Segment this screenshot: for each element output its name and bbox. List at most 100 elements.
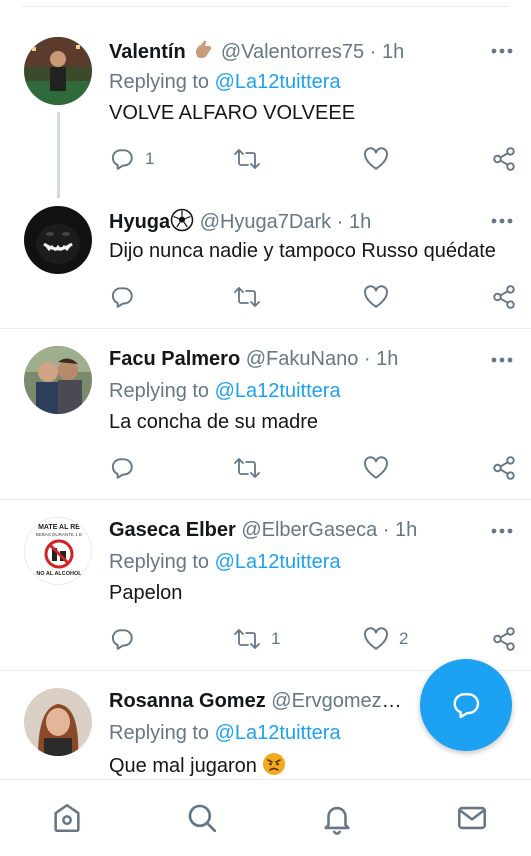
avatar-text-mid: BEBAS DURANTE 1 D [36,532,83,537]
replying-to: Replying to @La12tuittera [109,721,341,745]
share-button[interactable] [491,145,517,173]
avatar-text-bottom: NO AL ALCOHOL [36,571,82,577]
author-handle[interactable]: @FakuNano [246,348,359,370]
home-icon [54,803,80,833]
avatar[interactable] [24,346,92,414]
tweet-actions: 1 [109,145,515,173]
tweet-header: Facu Palmero @FakuNano · 1h [109,347,461,371]
author-handle[interactable]: @Hyuga7Dark [200,211,331,233]
reply-icon [111,149,133,170]
tweet-text: Que mal jugaron [109,752,515,779]
author-handle[interactable]: @Valentorres75 [221,41,364,63]
share-button[interactable] [491,625,517,653]
more-options-icon[interactable] [489,39,515,63]
avatar-text-top: MATE AL RE [38,524,80,531]
replying-to-link[interactable]: @La12tuittera [215,380,341,402]
tweet-text: Dijo nunca nadie y tampoco Russo quédate [109,240,496,262]
like-button[interactable] [363,283,399,311]
tweet-actions [109,454,515,482]
tweet-hyuga[interactable]: Hyuga @Hyuga7Dark · 1h Dijo nunca nadie … [0,190,531,328]
reply-icon [111,629,133,650]
compose-reply-icon [453,693,480,719]
like-count: 2 [399,629,409,648]
nav-messages[interactable] [452,798,492,838]
tweet-text: La concha de su madre [109,411,319,433]
tweet-header: Valentín @Valentorres75 · 1h [109,38,461,68]
thread-line [57,112,60,198]
replying-to-link[interactable]: @La12tuittera [215,71,341,93]
tweet-time[interactable]: 1h [349,211,371,233]
reply-button[interactable] [109,283,145,311]
reply-count: 1 [145,149,155,168]
share-button[interactable] [491,283,517,311]
author-name[interactable]: Facu Palmero [109,348,240,370]
separator: · [363,348,371,370]
retweet-button[interactable] [233,145,271,173]
retweet-button[interactable]: 1 [233,625,280,653]
angry-face-emoji-icon [262,752,286,779]
more-options-icon[interactable] [489,519,515,543]
replying-to-label: Replying to [109,71,215,93]
top-divider [22,0,509,7]
tweet-actions: 1 2 [109,625,515,653]
replying-to: Replying to @La12tuittera [109,550,341,574]
avatar[interactable] [24,37,92,105]
replying-to-link[interactable]: @La12tuittera [215,722,341,744]
heart-icon [364,285,388,308]
nav-home[interactable] [47,798,87,838]
tweet-text: Papelon [109,582,183,604]
more-options-icon[interactable] [489,209,515,233]
share-button[interactable] [491,454,517,482]
reply-icon [111,287,133,308]
avatar[interactable] [24,688,92,756]
avatar[interactable]: MATE AL RE BEBAS DURANTE 1 D NO AL ALCOH… [24,517,92,585]
share-icon [493,285,515,309]
nav-search[interactable] [182,798,222,838]
compose-reply-button[interactable] [420,659,512,751]
soccer-ball-emoji-icon [170,208,194,238]
heart-icon [364,627,388,650]
replying-to-link[interactable]: @La12tuittera [215,551,341,573]
tweet-valentin[interactable]: Valentín @Valentorres75 · 1h Replying to… [0,20,531,198]
retweet-button[interactable] [233,454,271,482]
tweet-time[interactable]: 1h [395,519,417,541]
replying-to: Replying to @La12tuittera [109,379,341,403]
share-icon [493,627,515,651]
reply-button[interactable]: 1 [109,145,154,173]
reply-button[interactable] [109,454,145,482]
tweet-header: Hyuga @Hyuga7Dark · 1h [109,208,461,238]
like-button[interactable] [363,145,399,173]
search-icon [188,804,217,833]
tweet-facu-palmero[interactable]: Facu Palmero @FakuNano · 1h Replying to … [0,329,531,499]
avatar[interactable] [24,206,92,274]
separator: · [382,519,390,541]
like-button[interactable]: 2 [363,625,408,653]
tweet-gaseca-elber[interactable]: MATE AL RE BEBAS DURANTE 1 D NO AL ALCOH… [0,500,531,670]
retweet-icon [234,287,260,307]
author-handle[interactable]: @ErvgomezRo... [271,690,416,712]
author-handle[interactable]: @ElberGaseca [241,519,377,541]
share-icon [493,456,515,480]
separator: · [369,41,377,63]
retweet-button[interactable] [233,283,271,311]
author-name[interactable]: Valentín [109,41,186,63]
tweet-time[interactable]: 1h [376,348,398,370]
like-button[interactable] [363,454,399,482]
reply-button[interactable] [109,625,145,653]
nav-notifications[interactable] [317,798,357,838]
bottom-nav [0,779,531,856]
tweet-time[interactable]: 1h [382,41,404,63]
author-name[interactable]: Hyuga [109,211,170,233]
retweet-icon [234,458,260,478]
more-options-icon[interactable] [489,348,515,372]
heart-icon [364,456,388,479]
author-name[interactable]: Gaseca Elber [109,519,236,541]
tweet-header: Rosanna Gomez @ErvgomezRo... [109,689,416,713]
reply-icon [111,458,133,479]
replying-to: Replying to @La12tuittera [109,70,341,94]
notifications-icon [324,806,350,835]
call-me-hand-emoji-icon [191,38,215,68]
author-name[interactable]: Rosanna Gomez [109,690,266,712]
tweet-header: Gaseca Elber @ElberGaseca · 1h [109,518,461,542]
tweet-text: VOLVE ALFARO VOLVEEE [109,102,356,124]
